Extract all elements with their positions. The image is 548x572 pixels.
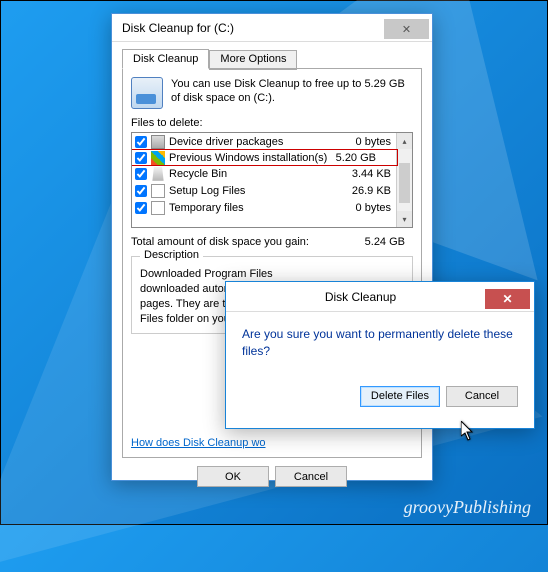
checkbox-temp-files[interactable] [135, 202, 147, 214]
intro-text: You can use Disk Cleanup to free up to 5… [171, 77, 413, 109]
driver-icon [151, 135, 165, 149]
scroll-down-icon[interactable]: ▾ [397, 211, 412, 227]
confirm-message: Are you sure you want to permanently del… [242, 326, 518, 360]
description-legend: Description [140, 249, 203, 261]
main-titlebar[interactable]: Disk Cleanup for (C:) ✕ [112, 14, 432, 42]
file-size: 5.20 GB [336, 152, 394, 164]
tab-disk-cleanup[interactable]: Disk Cleanup [122, 49, 209, 69]
confirm-cancel-button[interactable]: Cancel [446, 386, 518, 407]
file-row-temp-files[interactable]: Temporary files 0 bytes [132, 199, 412, 216]
file-name: Setup Log Files [169, 185, 352, 197]
confirm-titlebar[interactable]: Disk Cleanup ✕ [226, 282, 534, 312]
help-link[interactable]: How does Disk Cleanup wo [131, 437, 266, 449]
recycle-bin-icon [151, 167, 165, 181]
total-label: Total amount of disk space you gain: [131, 236, 309, 248]
main-title: Disk Cleanup for (C:) [122, 21, 234, 35]
windows-icon [151, 151, 165, 165]
checkbox-recycle-bin[interactable] [135, 168, 147, 180]
checkbox-setup-logs[interactable] [135, 185, 147, 197]
cancel-button[interactable]: Cancel [275, 466, 347, 487]
scroll-thumb[interactable] [399, 163, 410, 203]
checkbox-device-drivers[interactable] [135, 136, 147, 148]
file-name: Temporary files [169, 202, 356, 214]
tab-more-options[interactable]: More Options [209, 50, 297, 70]
total-value: 5.24 GB [365, 236, 413, 248]
checkbox-previous-windows[interactable] [135, 152, 147, 164]
file-row-previous-windows[interactable]: Previous Windows installation(s) 5.20 GB [131, 149, 398, 166]
ok-button[interactable]: OK [197, 466, 269, 487]
disk-cleanup-icon [131, 77, 163, 109]
scroll-up-icon[interactable]: ▴ [397, 133, 412, 149]
confirm-dialog: Disk Cleanup ✕ Are you sure you want to … [225, 281, 535, 429]
file-icon [151, 184, 165, 198]
close-icon[interactable]: ✕ [485, 289, 530, 309]
file-row-recycle-bin[interactable]: Recycle Bin 3.44 KB [132, 165, 412, 182]
file-row-device-drivers[interactable]: Device driver packages 0 bytes [132, 133, 412, 150]
file-name: Device driver packages [169, 136, 356, 148]
file-list: Device driver packages 0 bytes Previous … [131, 132, 413, 228]
tab-strip: Disk Cleanup More Options [122, 48, 422, 68]
file-name: Previous Windows installation(s) [169, 152, 336, 164]
watermark: groovyPublishing [404, 497, 531, 518]
delete-files-button[interactable]: Delete Files [360, 386, 440, 407]
file-icon [151, 201, 165, 215]
confirm-title: Disk Cleanup [236, 290, 485, 304]
file-row-setup-logs[interactable]: Setup Log Files 26.9 KB [132, 182, 412, 199]
file-list-scrollbar[interactable]: ▴ ▾ [396, 133, 412, 227]
file-name: Recycle Bin [169, 168, 352, 180]
close-icon[interactable]: ✕ [384, 19, 429, 39]
files-to-delete-label: Files to delete: [131, 117, 413, 129]
